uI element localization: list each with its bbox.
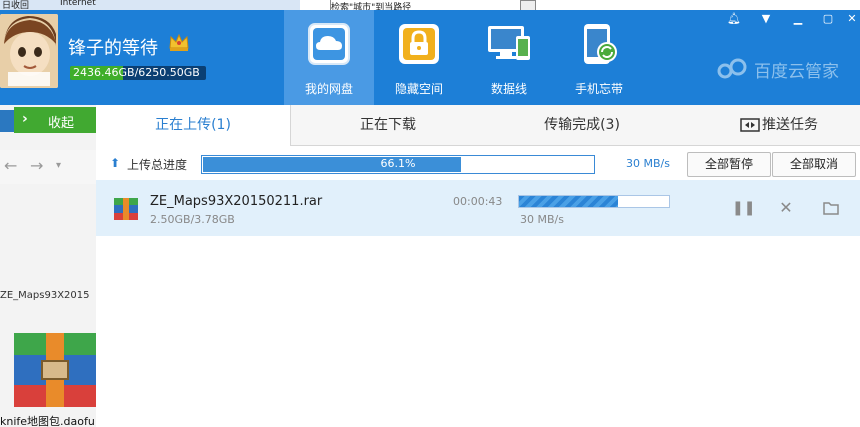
cloud-drive-icon bbox=[308, 23, 350, 65]
tab-downloading[interactable]: 正在下载 bbox=[291, 105, 485, 145]
background-menu-item: Internet bbox=[60, 0, 96, 8]
rar-archive-icon bbox=[114, 198, 138, 220]
nav-label: 我的网盘 bbox=[304, 82, 353, 96]
overall-speed: 30 MB/s bbox=[626, 157, 670, 170]
file-size: 2.50GB/3.78GB bbox=[150, 213, 235, 226]
lock-icon bbox=[399, 24, 439, 64]
time-remaining: 00:00:43 bbox=[453, 195, 503, 208]
overall-progress-bar: 66.1% bbox=[201, 155, 595, 174]
user-avatar[interactable] bbox=[0, 14, 58, 88]
upload-arrow-icon: ⬆ bbox=[110, 156, 121, 170]
tab-completed[interactable]: 传输完成(3) bbox=[485, 105, 679, 145]
chevron-right-icon: › bbox=[22, 111, 28, 127]
maximize-icon[interactable]: ▢ bbox=[816, 10, 840, 28]
forward-arrow-icon: → bbox=[30, 156, 44, 175]
nav-phone-forgot[interactable]: 手机忘带 bbox=[554, 10, 644, 105]
collapse-sidebar-button[interactable]: › 收起 bbox=[14, 107, 96, 133]
background-nav-arrows: ← → ▾ bbox=[0, 150, 96, 184]
pause-all-button[interactable]: 全部暂停 bbox=[687, 152, 771, 177]
nav-label: 数据线 bbox=[490, 82, 527, 96]
menu-down-icon[interactable]: ▼ bbox=[754, 10, 778, 28]
nav-data-cable[interactable]: 数据线 bbox=[464, 10, 554, 105]
nav-label: 隐藏空间 bbox=[394, 82, 443, 96]
history-dropdown-icon: ▾ bbox=[56, 160, 62, 171]
storage-quota-bar: 2436.46GB/6250.50GB bbox=[70, 66, 206, 80]
nav-hidden-space[interactable]: 隐藏空间 bbox=[374, 10, 464, 105]
bell-icon[interactable]: 🔔︎ bbox=[722, 10, 746, 28]
username: 锋子的等待 bbox=[68, 38, 158, 59]
overall-progress-percent: 66.1% bbox=[380, 157, 416, 170]
collapse-label: 收起 bbox=[48, 116, 75, 131]
devices-icon bbox=[488, 26, 530, 60]
background-file-label: ZE_Maps93X2015 bbox=[0, 290, 90, 301]
file-name: ZE_Maps93X20150211.rar bbox=[150, 194, 323, 209]
storage-quota-text: 2436.46GB/6250.50GB bbox=[73, 66, 200, 79]
transfer-row[interactable]: ZE_Maps93X20150211.rar 2.50GB/3.78GB 00:… bbox=[96, 180, 860, 236]
pause-icon[interactable]: ❚❚ bbox=[732, 200, 755, 216]
background-file-caption: knife地图包.daofu bbox=[0, 415, 95, 427]
file-speed: 30 MB/s bbox=[520, 213, 564, 226]
back-arrow-icon: ← bbox=[4, 156, 18, 175]
vip-crown-icon[interactable] bbox=[168, 32, 190, 52]
tab-push-tasks[interactable]: 推送任务 bbox=[762, 105, 818, 145]
push-task-icon[interactable] bbox=[740, 118, 760, 132]
tab-uploading[interactable]: 正在上传(1) bbox=[96, 105, 291, 146]
upload-edge-icon bbox=[0, 110, 14, 132]
nav-my-drive[interactable]: 我的网盘 bbox=[284, 10, 374, 105]
cancel-all-button[interactable]: 全部取消 bbox=[772, 152, 856, 177]
quota-total: 6250.50GB bbox=[138, 66, 200, 79]
file-progress-bar bbox=[518, 195, 670, 208]
phone-sync-icon bbox=[584, 24, 617, 64]
background-window-title: 检索"城市"到当路径 bbox=[330, 0, 522, 10]
close-icon[interactable]: ✕ bbox=[840, 10, 860, 28]
nav-label: 手机忘带 bbox=[574, 82, 623, 96]
quota-used: 2436.46GB bbox=[73, 66, 135, 79]
transfer-tabs: 正在上传(1) 正在下载 传输完成(3) 推送任务 bbox=[96, 105, 860, 146]
brand-name: 百度云管家 bbox=[754, 62, 839, 82]
overall-progress-label: 上传总进度 bbox=[127, 158, 188, 172]
minimize-icon[interactable]: ▁ bbox=[786, 10, 810, 28]
cancel-icon[interactable]: ✕ bbox=[778, 200, 794, 216]
baidu-cloud-logo-icon bbox=[717, 58, 747, 79]
file-progress-fill bbox=[519, 196, 618, 207]
open-folder-icon[interactable] bbox=[823, 200, 839, 216]
archive-file-icon bbox=[14, 333, 96, 407]
